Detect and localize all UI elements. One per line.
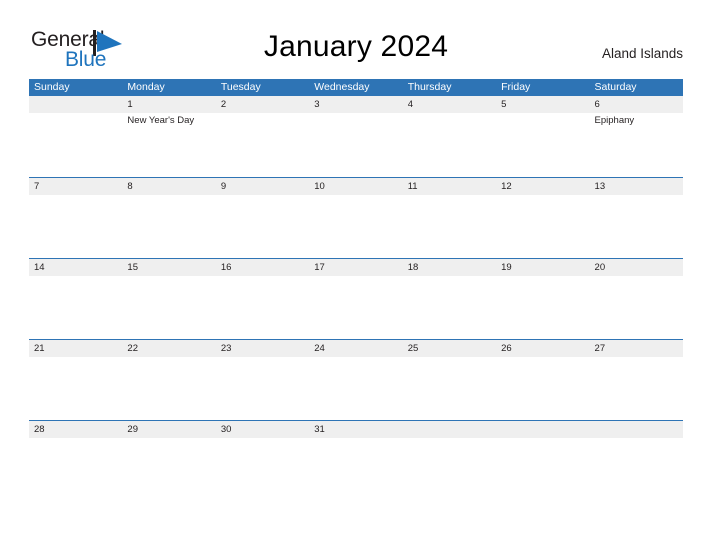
day-event: [122, 438, 215, 439]
day-event: [122, 195, 215, 196]
day-event: [590, 357, 683, 358]
day-event: [29, 276, 122, 277]
week-date-band: 7 8 9 10 11 12 13: [29, 178, 683, 195]
day-number[interactable]: 23: [216, 340, 309, 357]
week-date-band: 1 2 3 4 5 6: [29, 96, 683, 113]
day-event: [216, 195, 309, 196]
day-event: [496, 357, 589, 358]
weekday-header-monday: Monday: [127, 81, 165, 93]
week-row: 28 29 30 31: [29, 420, 683, 501]
weekday-header-friday: Friday: [501, 81, 531, 93]
day-event: [496, 438, 589, 439]
week-date-band: 28 29 30 31: [29, 421, 683, 438]
day-number[interactable]: [29, 96, 122, 113]
day-number[interactable]: 16: [216, 259, 309, 276]
day-number[interactable]: 11: [403, 178, 496, 195]
day-number[interactable]: 13: [590, 178, 683, 195]
day-number[interactable]: 5: [496, 96, 589, 113]
day-number[interactable]: 26: [496, 340, 589, 357]
day-event: [496, 276, 589, 277]
day-number[interactable]: [403, 421, 496, 438]
day-number[interactable]: 9: [216, 178, 309, 195]
day-event: Epiphany: [594, 115, 635, 126]
day-number[interactable]: 15: [122, 259, 215, 276]
day-number[interactable]: 22: [122, 340, 215, 357]
weekday-header-row: Sunday Monday Tuesday Wednesday Thursday…: [29, 79, 683, 96]
day-event: [216, 113, 309, 128]
day-event: [309, 357, 402, 358]
day-number[interactable]: 3: [309, 96, 402, 113]
day-event: [122, 276, 215, 277]
weekday-header-sunday: Sunday: [34, 81, 70, 93]
day-event: [590, 276, 683, 277]
day-number[interactable]: 7: [29, 178, 122, 195]
week-row: 1 2 3 4 5 6 New Year's Day Epiphany: [29, 96, 683, 177]
weekday-header-wednesday: Wednesday: [314, 81, 370, 93]
day-event: [216, 357, 309, 358]
day-number[interactable]: 4: [403, 96, 496, 113]
day-event: [29, 438, 122, 439]
day-event: [403, 113, 496, 128]
week-row: 21 22 23 24 25 26 27: [29, 339, 683, 420]
day-event: [309, 438, 402, 439]
week-event-band: [29, 438, 683, 439]
day-event: [309, 113, 402, 128]
week-date-band: 14 15 16 17 18 19 20: [29, 259, 683, 276]
day-number[interactable]: 21: [29, 340, 122, 357]
weekday-header-tuesday: Tuesday: [220, 81, 261, 93]
day-event: [29, 195, 122, 196]
day-number[interactable]: 14: [29, 259, 122, 276]
weekday-header-saturday: Saturday: [594, 81, 637, 93]
day-number[interactable]: 20: [590, 259, 683, 276]
day-number[interactable]: 18: [403, 259, 496, 276]
week-event-band: [29, 357, 683, 358]
day-event: [403, 276, 496, 277]
day-number[interactable]: 25: [403, 340, 496, 357]
day-event: [309, 276, 402, 277]
day-number[interactable]: [496, 421, 589, 438]
day-number[interactable]: 27: [590, 340, 683, 357]
week-event-band: [29, 276, 683, 277]
calendar-grid: Sunday Monday Tuesday Wednesday Thursday…: [29, 79, 683, 501]
week-row: 14 15 16 17 18 19 20: [29, 258, 683, 339]
day-event: [590, 438, 683, 439]
location-label: Aland Islands: [601, 46, 683, 61]
week-event-band: New Year's Day Epiphany: [29, 113, 683, 128]
day-number[interactable]: [590, 421, 683, 438]
week-row: 7 8 9 10 11 12 13: [29, 177, 683, 258]
day-event: [29, 357, 122, 358]
day-event: New Year's Day: [127, 115, 195, 126]
day-event: [122, 357, 215, 358]
day-event: [590, 195, 683, 196]
day-number[interactable]: 8: [122, 178, 215, 195]
week-event-band: [29, 195, 683, 196]
day-number[interactable]: 28: [29, 421, 122, 438]
day-event: [309, 195, 402, 196]
day-number[interactable]: 29: [122, 421, 215, 438]
day-number[interactable]: 10: [309, 178, 402, 195]
day-number[interactable]: 12: [496, 178, 589, 195]
week-date-band: 21 22 23 24 25 26 27: [29, 340, 683, 357]
day-event: [496, 113, 589, 128]
day-number[interactable]: 6: [590, 96, 683, 113]
page-header: General Blue January 2024 Aland Islands: [0, 0, 712, 76]
day-event: [29, 113, 122, 128]
day-event: [403, 357, 496, 358]
day-number[interactable]: 19: [496, 259, 589, 276]
day-event: [216, 438, 309, 439]
weekday-header-thursday: Thursday: [407, 81, 452, 93]
day-number[interactable]: 2: [216, 96, 309, 113]
day-event: [403, 195, 496, 196]
day-number[interactable]: 30: [216, 421, 309, 438]
day-number[interactable]: 24: [309, 340, 402, 357]
day-number[interactable]: 17: [309, 259, 402, 276]
day-event: [216, 276, 309, 277]
day-number[interactable]: 1: [122, 96, 215, 113]
day-event: [496, 195, 589, 196]
day-number[interactable]: 31: [309, 421, 402, 438]
day-event: [403, 438, 496, 439]
